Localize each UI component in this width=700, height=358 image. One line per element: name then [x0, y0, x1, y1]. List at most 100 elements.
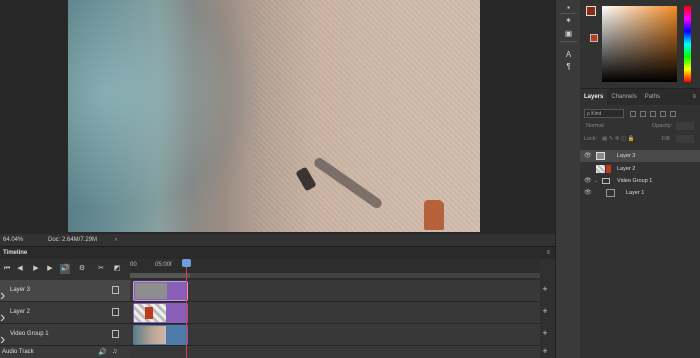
timeline-menu-icon[interactable]: ≡: [546, 247, 550, 259]
tab-layers[interactable]: Layers: [580, 89, 608, 105]
visibility-eye-icon[interactable]: 👁: [584, 175, 592, 187]
clip-video-group-1[interactable]: [133, 325, 188, 345]
clip-thumbnail: [134, 326, 166, 344]
track-header-layer-2[interactable]: › Layer 2: [0, 302, 130, 326]
fill-label: Fill:: [662, 136, 671, 142]
settings-gear-icon[interactable]: ⚙: [77, 264, 87, 274]
audio-icon[interactable]: 🔊: [60, 264, 70, 274]
go-to-first-frame-icon[interactable]: ⏮: [2, 264, 12, 274]
playback-controls: ⏮ ◀ ▶ ▶ 🔊 ⚙ ✂ ◩: [0, 260, 130, 280]
film-strip-icon[interactable]: [112, 308, 119, 316]
layers-panel: Layers Channels Paths ≡ ρ Kind Normal Op…: [580, 88, 700, 358]
timeline-header: Timeline ≡: [0, 247, 555, 259]
blend-mode-select[interactable]: Normal: [586, 123, 604, 129]
adjustment-filter-icon[interactable]: [640, 111, 646, 117]
foreground-color-swatch[interactable]: [586, 6, 596, 16]
work-area-handle[interactable]: [130, 273, 190, 278]
person-figure: [424, 200, 444, 230]
add-audio-button[interactable]: +: [540, 346, 550, 356]
track-name: Layer 3: [10, 287, 31, 293]
layer-name: Video Group 1: [617, 178, 653, 184]
zoom-level[interactable]: 64.04%: [3, 234, 23, 246]
photoshop-window: 64.04% Doc: 2.64M/7.29M › ▪ ✶ ▣ A ¶ Laye…: [0, 0, 700, 358]
layer-name: Layer 2: [617, 166, 636, 172]
play-icon[interactable]: ▶: [31, 264, 41, 274]
history-icon[interactable]: ▪: [564, 3, 573, 12]
music-note-icon[interactable]: ♫: [112, 348, 117, 355]
track-lane[interactable]: [130, 324, 540, 346]
lock-label: Lock:: [584, 136, 598, 142]
playhead-handle[interactable]: [182, 259, 191, 267]
status-arrow-icon[interactable]: ›: [115, 234, 117, 246]
character-icon[interactable]: A: [564, 50, 573, 59]
split-scissors-icon[interactable]: ✂: [96, 264, 106, 274]
time-tick-start: 00: [130, 262, 137, 268]
layer-row-video-group-1[interactable]: 👁 ⌄ Video Group 1: [580, 175, 700, 187]
work-area-bar: [130, 273, 540, 278]
smart-filter-icon[interactable]: [670, 111, 676, 117]
doc-size: Doc: 2.64M/7.29M: [48, 237, 98, 243]
clip-thumbnail: [135, 283, 167, 299]
opacity-field[interactable]: [676, 122, 694, 130]
previous-frame-icon[interactable]: ◀: [15, 264, 25, 274]
visibility-eye-icon[interactable]: 👁: [584, 150, 592, 162]
layer-thumbnail: [596, 165, 605, 173]
background-color-swatch[interactable]: [590, 34, 598, 42]
group-expand-icon[interactable]: ⌄: [594, 175, 599, 187]
track-name: Layer 2: [10, 309, 31, 315]
swatch-icon[interactable]: ▣: [564, 29, 573, 38]
transition-icon[interactable]: ◩: [112, 264, 122, 274]
track-lane[interactable]: [130, 280, 540, 302]
panel-menu-icon[interactable]: ≡: [692, 89, 700, 105]
track-lane[interactable]: [130, 302, 540, 324]
canvas-area[interactable]: [0, 0, 555, 234]
layer-mask-thumbnail: [606, 165, 611, 173]
track-name: Audio Track: [2, 349, 34, 355]
fill-field[interactable]: [676, 135, 694, 143]
track-name: Video Group 1: [10, 331, 49, 337]
timeline-ruler[interactable]: 00 05:00f: [130, 260, 540, 280]
paragraph-icon[interactable]: ¶: [564, 62, 573, 71]
track-header-video-group-1[interactable]: › Video Group 1: [0, 324, 130, 348]
clip-subject: [145, 307, 153, 319]
divider: [560, 41, 577, 42]
film-strip-icon[interactable]: [112, 330, 119, 338]
pixel-filter-icon[interactable]: [630, 111, 636, 117]
timeline-panel: Timeline ≡ ⏮ ◀ ▶ ▶ 🔊 ⚙ ✂ ◩ 00 05:00f › L…: [0, 246, 555, 358]
tab-paths[interactable]: Paths: [641, 89, 664, 105]
add-media-button[interactable]: +: [540, 306, 550, 316]
mute-audio-icon[interactable]: 🔊: [98, 348, 107, 356]
layers-panel-tabs: Layers Channels Paths ≡: [580, 89, 700, 105]
layer-name: Layer 3: [617, 153, 636, 159]
track-header-layer-3[interactable]: › Layer 3: [0, 280, 130, 304]
opacity-label: Opacity:: [652, 123, 673, 129]
track-header-audio[interactable]: Audio Track 🔊 ♫: [0, 346, 130, 358]
lock-icons[interactable]: ▦ ✎ ✥ ◫ 🔒: [602, 136, 635, 142]
beach-photo[interactable]: [68, 0, 480, 232]
clip-layer-3[interactable]: [133, 281, 188, 301]
layer-row-layer-2[interactable]: Layer 2: [580, 163, 700, 175]
actions-icon[interactable]: ✶: [564, 16, 573, 25]
hue-slider[interactable]: [684, 6, 691, 82]
add-media-button[interactable]: +: [540, 328, 550, 338]
panel-icon-strip: ▪ ✶ ▣ A ¶: [555, 0, 580, 358]
add-media-button[interactable]: +: [540, 284, 550, 294]
visibility-eye-icon[interactable]: 👁: [584, 187, 592, 199]
layer-filter-kind[interactable]: ρ Kind: [584, 109, 624, 118]
next-frame-icon[interactable]: ▶: [45, 264, 55, 274]
layer-row-layer-1[interactable]: 👁 Layer 1: [580, 187, 700, 199]
layer-row-layer-3[interactable]: 👁 Layer 3: [580, 150, 700, 162]
color-panel: [580, 0, 700, 88]
clip-layer-2[interactable]: [133, 303, 188, 323]
layer-thumbnail: [596, 152, 605, 160]
color-picker-field[interactable]: [602, 6, 677, 82]
timeline-title: Timeline: [3, 250, 28, 256]
time-tick-mark: 05:00f: [155, 262, 172, 268]
layer-name: Layer 1: [626, 190, 645, 196]
type-filter-icon[interactable]: [650, 111, 656, 117]
audio-lane[interactable]: [130, 346, 540, 358]
shape-filter-icon[interactable]: [660, 111, 666, 117]
film-strip-icon[interactable]: [112, 286, 119, 294]
tab-channels[interactable]: Channels: [607, 89, 640, 105]
wet-sand: [68, 0, 258, 232]
